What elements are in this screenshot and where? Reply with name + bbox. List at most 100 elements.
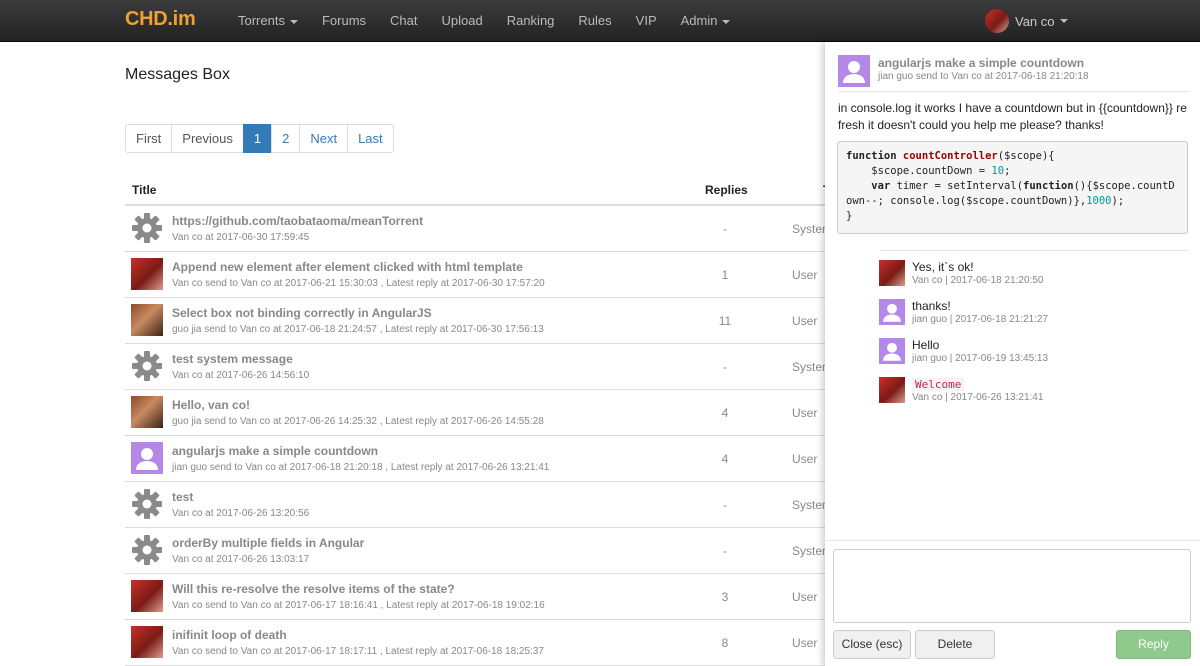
user-photo-avatar	[131, 626, 163, 658]
code-number: 1000	[1086, 195, 1112, 207]
page-first-button[interactable]: First	[125, 124, 173, 153]
message-title: angularjs make a simple countdown	[878, 56, 1085, 70]
code-number: 10	[991, 165, 1005, 177]
gear-icon	[131, 488, 163, 520]
user-avatar	[985, 9, 1009, 33]
reply-text: thanks!	[912, 299, 951, 313]
column-replies[interactable]: Replies	[705, 183, 748, 197]
row-meta: Van co at 2017-06-26 13:03:17	[172, 554, 310, 565]
row-meta: Van co at 2017-06-26 14:56:10	[172, 370, 310, 381]
reply-text: Yes, it`s ok!	[912, 260, 974, 274]
reply-item: thanks! jian guo | 2017-06-18 21:21:27	[879, 299, 1179, 331]
table-row[interactable]: orderBy multiple fields in Angular Van co…	[125, 528, 832, 574]
row-type: User	[792, 452, 818, 466]
nav-admin[interactable]: Admin	[669, 0, 743, 42]
table-row[interactable]: Will this re-resolve the resolve items o…	[125, 574, 825, 620]
table-row[interactable]: inifinit loop of death Van co send to Van…	[125, 620, 825, 666]
messages-table: https://github.com/taobataoma/meanTorren…	[125, 206, 832, 666]
table-row[interactable]: test Van co at 2017-06-26 13:20:56- System	[125, 482, 832, 528]
row-meta: Van co send to Van co at 2017-06-17 18:1…	[172, 600, 545, 611]
reply-meta: Van co | 2017-06-26 13:21:41	[912, 392, 1044, 403]
table-row[interactable]: Hello, van co! guo jia send to Van co at …	[125, 390, 825, 436]
column-title[interactable]: Title	[132, 183, 156, 197]
table-row[interactable]: Append new element after element clicked…	[125, 252, 825, 298]
page-1-button[interactable]: 1	[242, 124, 273, 153]
row-title[interactable]: orderBy multiple fields in Angular	[172, 536, 364, 550]
code-keyword: function	[1023, 180, 1074, 192]
nav-ranking[interactable]: Ranking	[495, 0, 567, 42]
caret-down-icon	[1059, 19, 1068, 23]
reply-text: Hello	[912, 338, 940, 352]
divider	[880, 250, 1188, 251]
row-title[interactable]: Will this re-resolve the resolve items o…	[172, 582, 455, 596]
row-replies: 4	[721, 406, 729, 420]
table-row[interactable]: angularjs make a simple countdown jian gu…	[125, 436, 825, 482]
user-photo-avatar	[131, 580, 163, 612]
code-text: ($scope){	[997, 150, 1055, 162]
row-title[interactable]: Append new element after element clicked…	[172, 260, 523, 274]
row-title[interactable]: test system message	[172, 352, 293, 366]
reply-meta: Van co | 2017-06-18 21:20:50	[912, 275, 1044, 286]
row-type: User	[792, 268, 818, 282]
brand-logo[interactable]: CHD.im	[125, 8, 196, 31]
divider	[838, 91, 1188, 92]
row-meta: Van co at 2017-06-30 17:59:45	[172, 232, 310, 243]
page-2-button[interactable]: 2	[271, 124, 301, 153]
code-keyword: function	[846, 150, 897, 162]
nav-vip[interactable]: VIP	[624, 0, 669, 42]
user-name: Van co	[1015, 13, 1055, 29]
row-type: User	[792, 406, 818, 420]
row-title[interactable]: https://github.com/taobataoma/meanTorren…	[172, 214, 423, 228]
delete-button[interactable]: Delete	[915, 630, 995, 659]
code-block: function countController($scope){ $scope…	[837, 141, 1188, 234]
reply-item: Yes, it`s ok! Van co | 2017-06-18 21:20:5…	[879, 260, 1179, 292]
top-navbar: CHD.im Torrents Forums Chat Upload Ranki…	[0, 0, 1200, 42]
nav-label: Torrents	[238, 13, 285, 28]
row-meta: guo jia send to Van co at 2017-06-26 14:…	[172, 416, 544, 427]
row-title[interactable]: angularjs make a simple countdown	[172, 444, 378, 458]
row-replies: 3	[721, 590, 729, 604]
code-keyword: var	[871, 180, 891, 192]
nav-rules[interactable]: Rules	[566, 0, 623, 42]
main-nav: Torrents Forums Chat Upload Ranking Rule…	[226, 0, 742, 42]
row-replies: -	[723, 544, 727, 558]
user-menu[interactable]: Van co	[985, 9, 1068, 33]
user-photo-avatar	[879, 377, 905, 403]
reply-text: Welcome	[912, 378, 965, 391]
close-button[interactable]: Close (esc)	[833, 630, 911, 659]
code-function-name: countController	[902, 150, 998, 162]
reply-footer: Close (esc) Delete Reply	[825, 540, 1200, 666]
row-type: User	[792, 636, 818, 650]
message-body: in console.log it works I have a countdo…	[838, 101, 1187, 132]
row-replies: -	[723, 222, 727, 236]
row-title[interactable]: Hello, van co!	[172, 398, 250, 412]
page-next-button[interactable]: Next	[299, 124, 349, 153]
reply-item: Welcome Van co | 2017-06-26 13:21:41	[879, 377, 1179, 409]
page-last-button[interactable]: Last	[347, 124, 394, 153]
nav-label: Ranking	[506, 13, 555, 28]
row-title[interactable]: Select box not binding correctly in Angu…	[172, 306, 432, 320]
reply-button[interactable]: Reply	[1116, 630, 1191, 659]
gear-icon	[131, 534, 163, 566]
nav-label: Upload	[441, 13, 483, 28]
nav-torrents[interactable]: Torrents	[226, 0, 310, 42]
table-row[interactable]: test system message Van co at 2017-06-26 …	[125, 344, 832, 390]
code-text: ;	[1004, 165, 1011, 177]
nav-upload[interactable]: Upload	[430, 0, 495, 42]
nav-forums[interactable]: Forums	[310, 0, 378, 42]
table-row[interactable]: https://github.com/taobataoma/meanTorren…	[125, 206, 832, 252]
nav-chat[interactable]: Chat	[378, 0, 429, 42]
row-meta: guo jia send to Van co at 2017-06-18 21:…	[172, 324, 544, 335]
default-user-avatar	[838, 55, 870, 87]
reply-meta: jian guo | 2017-06-18 21:21:27	[912, 314, 1049, 325]
reply-meta: jian guo | 2017-06-19 13:45:13	[912, 353, 1049, 364]
message-detail-panel: angularjs make a simple countdown jian g…	[825, 42, 1200, 666]
row-title[interactable]: test	[172, 490, 193, 504]
row-title[interactable]: inifinit loop of death	[172, 628, 287, 642]
page-previous-button[interactable]: Previous	[171, 124, 244, 153]
table-row[interactable]: Select box not binding correctly in Angu…	[125, 298, 825, 344]
page-title: Messages Box	[125, 66, 230, 83]
reply-textarea[interactable]	[833, 549, 1191, 623]
gear-icon	[131, 350, 163, 382]
